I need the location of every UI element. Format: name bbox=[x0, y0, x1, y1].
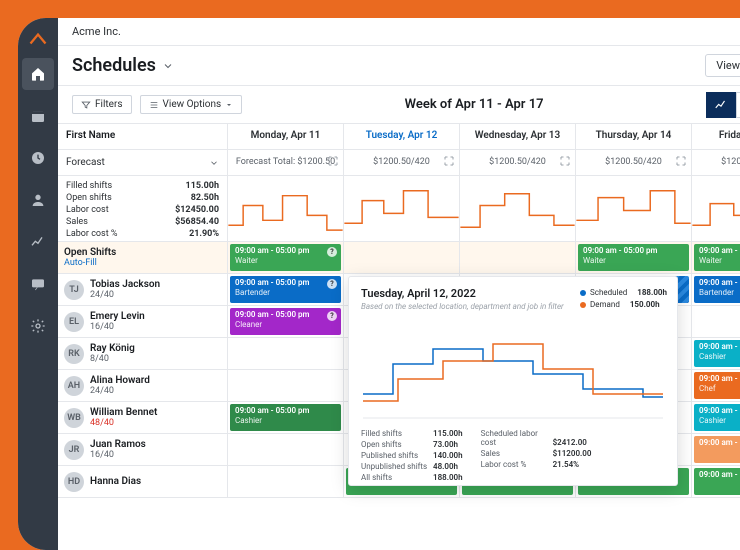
sparkline-cell bbox=[692, 176, 740, 241]
view-people-button[interactable] bbox=[736, 92, 740, 118]
employee-cell[interactable]: WBWilliam Bennet48/40 bbox=[58, 402, 228, 433]
popover-chart bbox=[361, 319, 665, 419]
breadcrumb-text: Acme Inc. bbox=[72, 25, 121, 38]
day-detail-popover: Tuesday, April 12, 2022 Based on the sel… bbox=[348, 276, 678, 486]
employee-cell[interactable]: ELEmery Levin16/40 bbox=[58, 306, 228, 337]
shift-block[interactable]: 09:00 am - 05:00 pmChef? bbox=[694, 372, 740, 399]
shift-block[interactable]: 09:00 am - 05:00 pmBartender bbox=[694, 276, 740, 303]
expand-icon[interactable] bbox=[559, 155, 571, 167]
view-chart-button[interactable] bbox=[706, 92, 736, 118]
avatar: JR bbox=[64, 440, 84, 460]
info-icon[interactable]: ? bbox=[327, 311, 337, 321]
forecast-total-cell: Forecast Total: $1200.50 bbox=[228, 150, 344, 175]
main-area: Acme Inc. Schedules View Fo Filters View… bbox=[58, 18, 740, 550]
shift-block[interactable]: 09:00 am - 05:00 pmCashier bbox=[694, 340, 740, 367]
legend-dot-scheduled bbox=[580, 290, 586, 296]
filters-button[interactable]: Filters bbox=[72, 95, 132, 114]
sparkline-cell bbox=[228, 176, 344, 241]
nav-chat-icon[interactable] bbox=[22, 268, 54, 300]
avatar: HD bbox=[64, 472, 84, 492]
day-mon[interactable]: Monday, Apr 11 bbox=[228, 124, 344, 149]
employee-cell[interactable]: RKRay König8/40 bbox=[58, 338, 228, 369]
open-shifts-label: Open Shifts Auto-Fill bbox=[58, 242, 228, 273]
app-sidebar bbox=[18, 18, 58, 550]
chevron-down-icon bbox=[209, 158, 219, 168]
forecast-cell: $1200.50/420 bbox=[344, 150, 460, 175]
nav-settings-icon[interactable] bbox=[22, 310, 54, 342]
forecast-cell: $1200.50/420 bbox=[460, 150, 576, 175]
shift-block[interactable]: 09:00 am - 05:00 pmCashier bbox=[230, 404, 341, 431]
shift-block[interactable]: 09:00 am - 05:00 pm bbox=[694, 468, 740, 495]
employee-cell[interactable]: JRJuan Ramos16/40 bbox=[58, 434, 228, 465]
shift-block[interactable]: 09:00 am - 05:00 pmWaiter bbox=[694, 244, 740, 271]
employee-cell[interactable]: HDHanna Dias bbox=[58, 466, 228, 497]
nav-user-icon[interactable] bbox=[22, 184, 54, 216]
breadcrumb: Acme Inc. bbox=[58, 18, 740, 46]
view-options-button[interactable]: View Options bbox=[140, 95, 243, 114]
day-wed[interactable]: Wednesday, Apr 13 bbox=[460, 124, 576, 149]
nav-calendar-icon[interactable] bbox=[22, 100, 54, 132]
caret-down-icon bbox=[225, 101, 233, 109]
shift-block[interactable]: 09:00 am - 05:00 pmWaiter? bbox=[230, 244, 341, 271]
avatar: TJ bbox=[64, 280, 84, 300]
day-thu[interactable]: Thursday, Apr 14 bbox=[576, 124, 692, 149]
employee-cell[interactable]: TJTobias Jackson24/40 bbox=[58, 274, 228, 305]
view-forecast-button[interactable]: View Fo bbox=[705, 54, 740, 77]
shift-block[interactable]: 09:00 am - 05:00 pm bbox=[694, 436, 740, 463]
popover-stats: Filled shifts115.00h Open shifts73.00h P… bbox=[361, 429, 665, 482]
forecast-row: Forecast Forecast Total: $1200.50 $1200.… bbox=[58, 150, 740, 176]
info-icon[interactable]: ? bbox=[327, 247, 337, 257]
forecast-cell: $1200.50/420 bbox=[692, 150, 740, 175]
chevron-down-icon bbox=[162, 60, 174, 72]
nav-home-icon[interactable] bbox=[22, 58, 54, 90]
sparkline-row: Filled shifts115.00h Open shifts82.50h L… bbox=[58, 176, 740, 242]
avatar: AH bbox=[64, 376, 84, 396]
avatar: RK bbox=[64, 344, 84, 364]
info-icon[interactable]: ? bbox=[327, 279, 337, 289]
forecast-selector[interactable]: Forecast bbox=[58, 150, 228, 175]
week-range-label: Week of Apr 11 - Apr 17 bbox=[250, 97, 698, 112]
expand-icon[interactable] bbox=[327, 155, 339, 167]
filter-icon bbox=[81, 100, 91, 110]
nav-analytics-icon[interactable] bbox=[22, 226, 54, 258]
forecast-stats: Filled shifts115.00h Open shifts82.50h L… bbox=[58, 176, 228, 241]
expand-icon[interactable] bbox=[443, 155, 455, 167]
open-shifts-row: Open Shifts Auto-Fill 09:00 am - 05:00 p… bbox=[58, 242, 740, 274]
page-header: Schedules View Fo bbox=[58, 46, 740, 86]
sparkline-cell bbox=[460, 176, 576, 241]
day-header-row: First Name Monday, Apr 11 Tuesday, Apr 1… bbox=[58, 124, 740, 150]
page-title[interactable]: Schedules bbox=[72, 55, 174, 76]
toolbar: Filters View Options Week of Apr 11 - Ap… bbox=[58, 86, 740, 124]
employee-cell[interactable]: AHAlina Howard24/40 bbox=[58, 370, 228, 401]
sparkline-cell bbox=[344, 176, 460, 241]
list-icon bbox=[149, 100, 159, 110]
shift-block[interactable]: 09:00 am - 05:00 pmBartender? bbox=[230, 276, 341, 303]
forecast-cell: $1200.50/420 bbox=[576, 150, 692, 175]
legend-dot-demand bbox=[580, 302, 586, 308]
popover-legend: Scheduled 188.00h Demand 150.00h bbox=[580, 287, 667, 311]
shift-block[interactable]: 09:00 am - 05:00 pmCleaner? bbox=[230, 308, 341, 335]
first-column-header[interactable]: First Name bbox=[58, 124, 228, 149]
shift-block[interactable]: 09:00 am - 05:00 pmCashier bbox=[694, 404, 740, 431]
day-tue[interactable]: Tuesday, Apr 12 bbox=[344, 124, 460, 149]
expand-icon[interactable] bbox=[675, 155, 687, 167]
sparkline-cell bbox=[576, 176, 692, 241]
day-fri[interactable]: Friday, Apr 15 bbox=[692, 124, 740, 149]
avatar: WB bbox=[64, 408, 84, 428]
app-logo bbox=[29, 30, 47, 48]
avatar: EL bbox=[64, 312, 84, 332]
nav-clock-icon[interactable] bbox=[22, 142, 54, 174]
shift-block[interactable]: 09:00 am - 05:00 pmWaiter bbox=[578, 244, 689, 271]
tablet-frame: Acme Inc. Schedules View Fo Filters View… bbox=[18, 18, 740, 550]
autofill-link[interactable]: Auto-Fill bbox=[64, 258, 97, 268]
view-toggle bbox=[706, 92, 740, 118]
